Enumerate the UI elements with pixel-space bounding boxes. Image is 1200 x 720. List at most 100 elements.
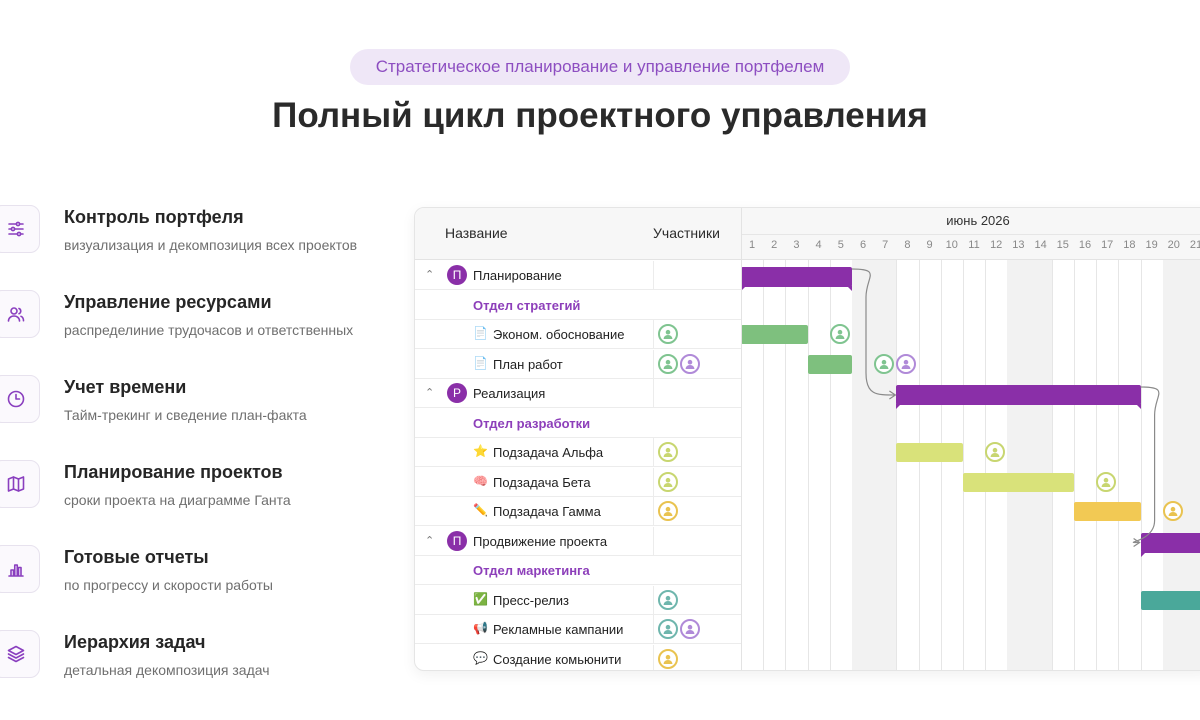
- day-label: 7: [882, 239, 889, 251]
- bar-assignee-avatar[interactable]: [985, 442, 1005, 462]
- department-row[interactable]: Отдел маркетинга: [415, 556, 741, 585]
- map-icon: [0, 460, 40, 508]
- participant-avatar[interactable]: [658, 619, 678, 639]
- task-type-icon: 📄: [473, 326, 488, 340]
- participant-avatar[interactable]: [658, 442, 678, 462]
- gantt-chart: Название Участники июнь 2026 1 2 3 4 5 6 7 8 9 10…: [414, 207, 1200, 671]
- cell-divider: [653, 526, 654, 555]
- page-title: Полный цикл проектного управления: [272, 96, 928, 135]
- task-title[interactable]: Рекламные кампании: [493, 622, 623, 637]
- cell-divider: [653, 585, 654, 614]
- bar-assignee-avatar[interactable]: [1162, 501, 1183, 521]
- collapse-chevron-icon[interactable]: ⌃: [425, 268, 434, 281]
- project-row[interactable]: ⌃ П Продвижение проекта: [415, 526, 741, 556]
- bar-assignee-avatar[interactable]: [829, 324, 850, 344]
- task-row[interactable]: 📢 Рекламные кампании: [415, 615, 741, 644]
- cell-divider: [653, 438, 654, 466]
- day-label: 5: [837, 239, 844, 251]
- project-title[interactable]: Реализация: [473, 386, 545, 401]
- cell-divider: [653, 261, 654, 289]
- day-gridline: [1074, 234, 1075, 670]
- feature-description: по прогрессу и скорости работы: [64, 577, 273, 593]
- feature-item: Готовые отчеты по прогрессу и скорости ра…: [0, 545, 400, 605]
- participant-avatar[interactable]: [658, 648, 678, 669]
- task-row[interactable]: 💬 Создание комьюнити: [415, 644, 741, 670]
- cell-divider: [653, 349, 654, 378]
- department-row[interactable]: Отдел разработки: [415, 409, 741, 438]
- collapse-chevron-icon[interactable]: ⌃: [425, 534, 434, 547]
- bar-assignee-avatar[interactable]: [896, 353, 916, 374]
- arrow-head: [1133, 538, 1141, 547]
- task-row[interactable]: 🧠 Подзадача Бета: [415, 467, 741, 497]
- department-title[interactable]: Отдел разработки: [473, 416, 590, 431]
- task-title[interactable]: Пресс-релиз: [493, 593, 569, 608]
- participant-avatar[interactable]: [658, 324, 678, 344]
- project-row[interactable]: ⌃ Р Реализация: [415, 379, 741, 408]
- cell-divider: [653, 320, 654, 348]
- project-bar[interactable]: [741, 267, 852, 291]
- project-title[interactable]: Продвижение проекта: [473, 534, 607, 549]
- project-badge: П: [447, 530, 467, 551]
- feature-title: Контроль портфеля: [64, 207, 244, 227]
- project-row[interactable]: ⌃ П Планирование: [415, 261, 741, 290]
- department-title[interactable]: Отдел стратегий: [473, 298, 580, 313]
- day-label: 14: [1034, 239, 1047, 251]
- collapse-chevron-icon[interactable]: ⌃: [425, 386, 434, 399]
- task-title[interactable]: Подзадача Альфа: [493, 445, 603, 460]
- day-label: 2: [771, 239, 778, 251]
- grid-divider[interactable]: [741, 208, 742, 670]
- task-bar[interactable]: [741, 325, 808, 344]
- task-title[interactable]: Подзадача Бета: [493, 475, 591, 490]
- bar-cap-left: [896, 404, 902, 409]
- task-row[interactable]: ✅ Пресс-релиз: [415, 585, 741, 615]
- task-row[interactable]: 📄 Эконом. обоснование: [415, 320, 741, 349]
- task-row[interactable]: ✏️ Подзадача Гамма: [415, 497, 741, 526]
- task-bar[interactable]: [807, 354, 852, 374]
- task-title[interactable]: Подзадача Гамма: [493, 504, 601, 519]
- day-label: 1: [748, 239, 756, 251]
- department-row[interactable]: Отдел стратегий: [415, 291, 741, 320]
- task-title[interactable]: Создание комьюнити: [493, 652, 621, 667]
- project-bar[interactable]: [896, 385, 1141, 409]
- task-type-icon: ✅: [473, 591, 488, 606]
- timeline-month: июнь 2026: [946, 213, 1010, 228]
- task-bar[interactable]: [1140, 590, 1200, 610]
- participant-avatar[interactable]: [658, 353, 678, 374]
- day-label: 18: [1123, 239, 1136, 251]
- participant-avatar[interactable]: [658, 501, 678, 521]
- feature-item: Планирование проектов сроки проекта на ди…: [0, 460, 400, 520]
- participant-avatar[interactable]: [658, 471, 678, 492]
- task-bar[interactable]: [1074, 502, 1141, 521]
- task-title[interactable]: План работ: [493, 357, 563, 372]
- weekend-shading: [852, 208, 875, 670]
- task-bar[interactable]: [896, 443, 963, 462]
- weekend-shading: [874, 208, 897, 670]
- column-header-participants[interactable]: Участники: [653, 225, 720, 241]
- day-gridline: [1118, 234, 1120, 670]
- project-badge: Р: [447, 383, 467, 403]
- participant-avatar[interactable]: [680, 353, 700, 374]
- day-label: 20: [1167, 239, 1180, 251]
- layers-icon: [0, 630, 40, 678]
- day-label: 16: [1078, 239, 1092, 251]
- day-label: 6: [859, 239, 867, 251]
- task-type-icon: 📄: [473, 355, 488, 370]
- feature-description: визуализация и декомпозиция всех проекто…: [64, 237, 358, 253]
- column-header-name[interactable]: Название: [445, 225, 508, 241]
- task-title[interactable]: Эконом. обоснование: [493, 327, 624, 342]
- feature-description: распределиние трудочасов и ответственных: [64, 322, 354, 338]
- day-label: 19: [1145, 239, 1158, 251]
- bar-cap-right: [847, 286, 852, 291]
- participant-avatar[interactable]: [658, 589, 678, 610]
- bar-assignee-avatar[interactable]: [874, 353, 894, 374]
- feature-description: Тайм-трекинг и сведение план-факта: [64, 407, 307, 423]
- project-bar[interactable]: [1140, 532, 1200, 557]
- department-title[interactable]: Отдел маркетинга: [473, 563, 590, 578]
- task-bar[interactable]: [963, 472, 1074, 492]
- bar-assignee-avatar[interactable]: [1096, 471, 1116, 492]
- day-gridline: [763, 234, 765, 670]
- project-title[interactable]: Планирование: [473, 268, 562, 283]
- participant-avatar[interactable]: [680, 619, 700, 639]
- task-row[interactable]: ⭐ Подзадача Альфа: [415, 438, 741, 467]
- task-row[interactable]: 📄 План работ: [415, 349, 741, 379]
